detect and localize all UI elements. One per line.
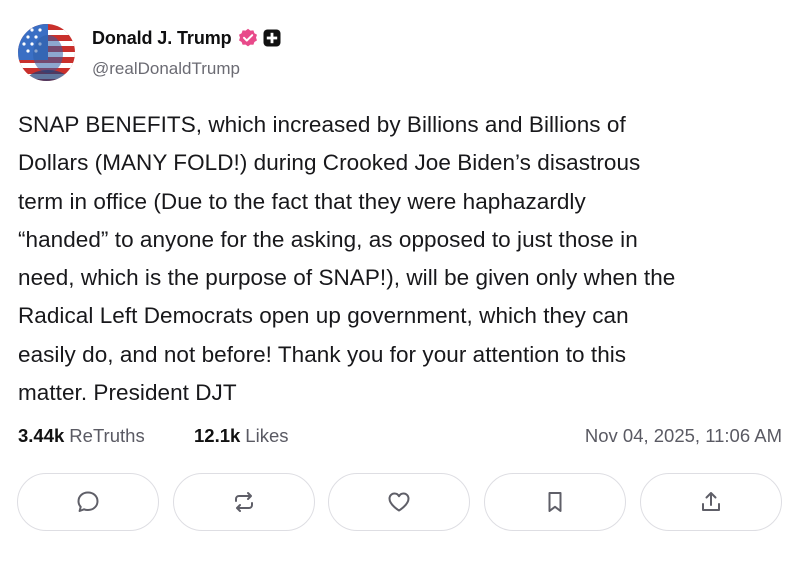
retruth-button[interactable] xyxy=(173,473,315,531)
verified-badge-icon xyxy=(238,28,258,48)
likes-count: 12.1k xyxy=(194,425,241,446)
handle[interactable]: @realDonaldTrump xyxy=(92,59,281,79)
plus-badge-icon xyxy=(263,29,281,47)
like-button[interactable] xyxy=(328,473,470,531)
post-stats: 3.44k ReTruths 12.1k Likes Nov 04, 2025, 1… xyxy=(18,425,782,451)
likes-label: Likes xyxy=(245,425,289,446)
reply-button[interactable] xyxy=(17,473,159,531)
post-timestamp[interactable]: Nov 04, 2025, 11:06 AM xyxy=(585,425,782,447)
share-button[interactable] xyxy=(640,473,782,531)
display-name[interactable]: Donald J. Trump xyxy=(92,28,232,49)
heart-icon xyxy=(388,492,410,512)
post-header: Donald J. Trump @realDonaldTrump xyxy=(18,24,778,82)
likes-stat[interactable]: 12.1k Likes xyxy=(194,425,289,447)
share-icon xyxy=(702,492,720,511)
retruths-count: 3.44k xyxy=(18,425,65,446)
avatar[interactable] xyxy=(18,24,75,81)
retruths-stat[interactable]: 3.44k ReTruths xyxy=(18,425,145,447)
bookmark-icon xyxy=(548,492,562,512)
bookmark-button[interactable] xyxy=(484,473,626,531)
repost-icon xyxy=(235,492,253,512)
action-bar xyxy=(16,473,784,533)
retruths-label: ReTruths xyxy=(69,425,145,446)
avatar-portrait-icon xyxy=(18,24,75,81)
comment-icon xyxy=(77,491,99,512)
post-text: SNAP BENEFITS, which increased by Billio… xyxy=(18,112,676,406)
